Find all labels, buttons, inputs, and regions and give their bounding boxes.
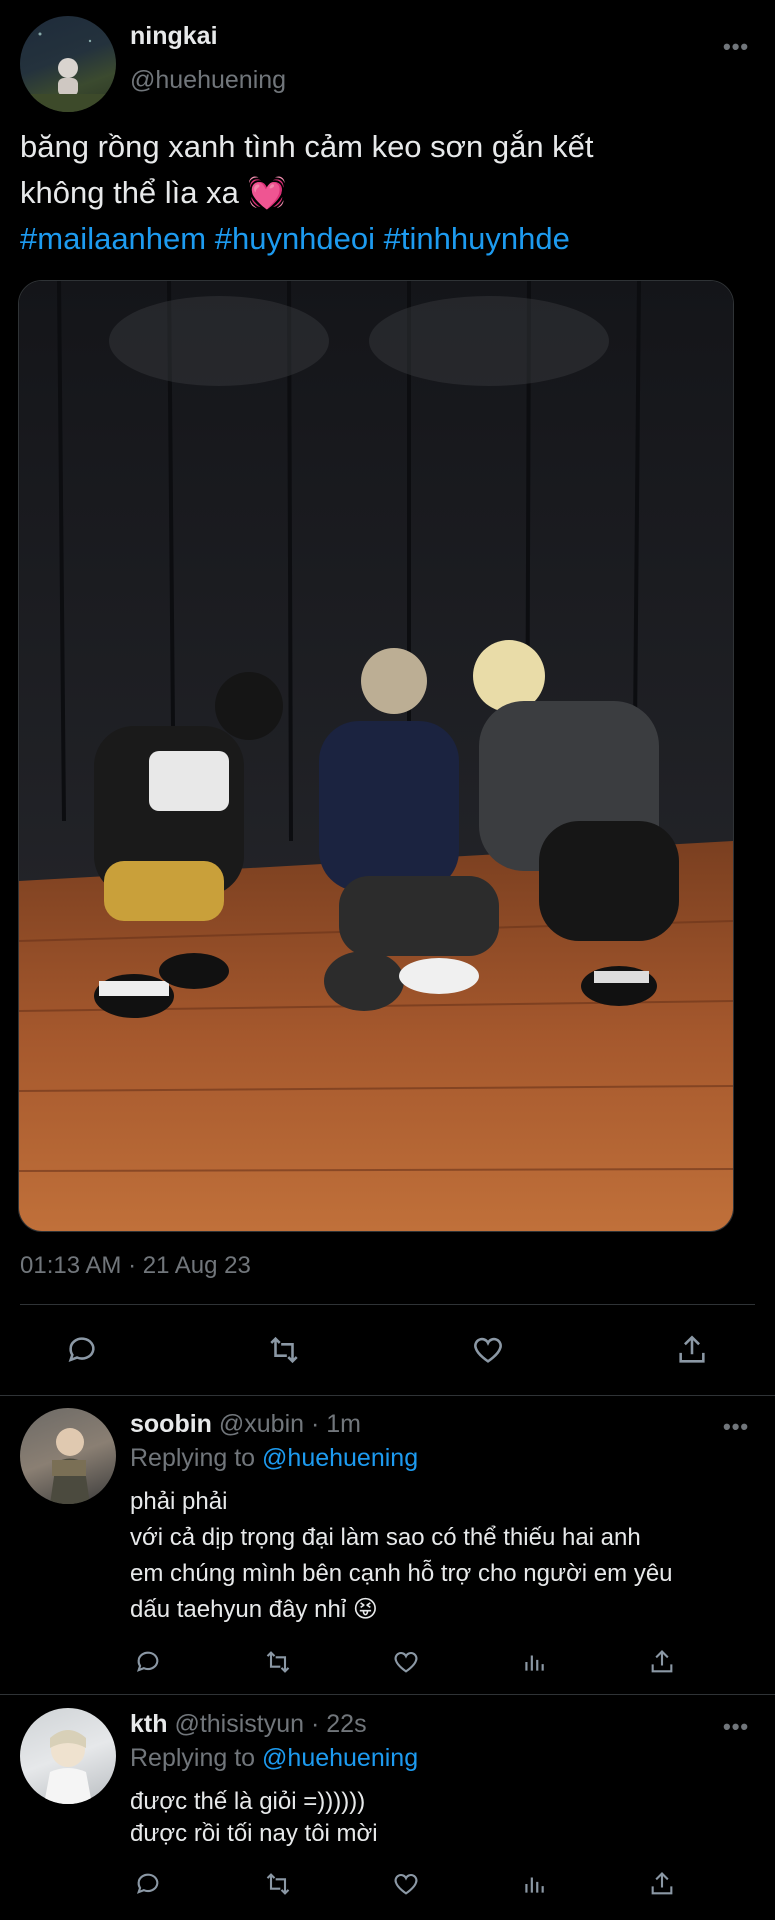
reply-icon[interactable] xyxy=(62,1330,102,1370)
reply-icon[interactable] xyxy=(130,1644,166,1680)
like-icon[interactable] xyxy=(388,1644,424,1680)
share-icon[interactable] xyxy=(644,1866,680,1902)
retweet-icon[interactable] xyxy=(260,1644,296,1680)
retweet-icon[interactable] xyxy=(260,1866,296,1902)
share-icon[interactable] xyxy=(644,1644,680,1680)
time[interactable]: · 22s xyxy=(311,1710,367,1738)
hashtags[interactable]: #mailaanhem #huynhdeoi #tinhhuynhde xyxy=(20,216,740,262)
handle[interactable]: @thisistyun xyxy=(174,1710,304,1738)
tweet-text-line-2: không thể lìa xa 💓 xyxy=(20,175,287,210)
replying-to-handle[interactable]: @huehuening xyxy=(262,1744,418,1772)
reply-header: kth @thisistyun · 22s xyxy=(130,1710,367,1739)
more-options-icon[interactable]: ••• xyxy=(723,34,749,60)
avatar[interactable] xyxy=(20,16,116,112)
replying-to: Replying to @huehuening xyxy=(130,1744,419,1772)
tweet-photo[interactable] xyxy=(18,280,734,1232)
divider xyxy=(0,1694,775,1695)
more-options-icon[interactable]: ••• xyxy=(723,1414,749,1440)
reply-text: được thế là giỏi =)))))) được rồi tối na… xyxy=(130,1788,378,1847)
views-icon[interactable] xyxy=(516,1866,552,1902)
reply-text: phải phải với cả dịp trọng đại làm sao c… xyxy=(130,1488,673,1623)
share-icon[interactable] xyxy=(672,1330,712,1370)
tweet-text-line-1: băng rồng xanh tình cảm keo sơn gắn kết xyxy=(20,129,594,164)
handle[interactable]: @huehuening xyxy=(130,66,286,95)
reply-header: soobin @xubin · 1m xyxy=(130,1410,361,1439)
like-icon[interactable] xyxy=(388,1866,424,1902)
views-icon[interactable] xyxy=(516,1644,552,1680)
avatar[interactable] xyxy=(20,1708,116,1804)
divider xyxy=(20,1304,755,1305)
tweet-timestamp[interactable]: 01:13 AM · 21 Aug 23 xyxy=(20,1252,251,1280)
retweet-icon[interactable] xyxy=(264,1330,304,1370)
display-name[interactable]: soobin xyxy=(130,1410,212,1438)
replying-to-handle[interactable]: @huehuening xyxy=(262,1444,418,1472)
avatar[interactable] xyxy=(20,1408,116,1504)
divider xyxy=(0,1395,775,1396)
display-name[interactable]: ningkai xyxy=(130,22,218,51)
handle[interactable]: @xubin xyxy=(219,1410,304,1438)
tweet-text: băng rồng xanh tình cảm keo sơn gắn kết … xyxy=(20,124,740,262)
reply-icon[interactable] xyxy=(130,1866,166,1902)
heart-emoji: 💓 xyxy=(247,175,287,210)
display-name[interactable]: kth xyxy=(130,1710,168,1738)
replying-to: Replying to @huehuening xyxy=(130,1444,419,1472)
like-icon[interactable] xyxy=(468,1330,508,1370)
time[interactable]: · 1m xyxy=(311,1410,361,1438)
more-options-icon[interactable]: ••• xyxy=(723,1714,749,1740)
